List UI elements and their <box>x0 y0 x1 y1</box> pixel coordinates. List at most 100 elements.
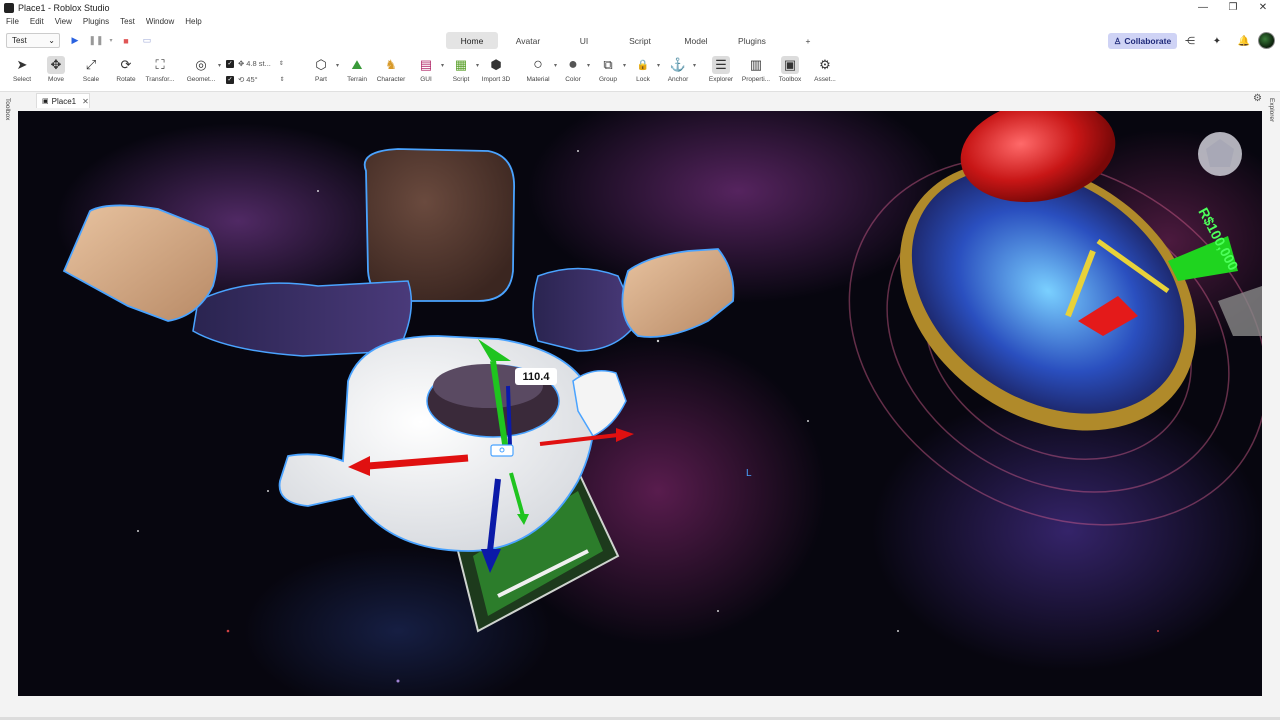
stepper-icon[interactable]: ⇕ <box>279 60 284 67</box>
assistant-icon[interactable]: ✦ <box>1209 33 1225 49</box>
menu-help[interactable]: Help <box>185 17 201 26</box>
rotate-snap-value[interactable]: 45° <box>246 75 257 84</box>
properties-tool[interactable]: ▥ Properti... <box>740 56 772 90</box>
anchor-tool[interactable]: ⚓ Anchor ▾ <box>665 56 696 90</box>
tab-plugins[interactable]: Plugins <box>728 32 776 49</box>
tab-model[interactable]: Model <box>673 32 719 49</box>
character-tool[interactable]: ♞ Character <box>374 56 408 90</box>
geometry-icon: ◎ <box>195 57 207 72</box>
chevron-down-icon[interactable]: ▾ <box>623 62 626 69</box>
chevron-down-icon[interactable]: ▾ <box>441 62 444 69</box>
play-icon[interactable]: ▶ <box>67 33 83 48</box>
character-icon: ♞ <box>385 57 397 72</box>
close-tab-icon[interactable]: ✕ <box>82 97 89 106</box>
tool-label: Material <box>526 76 550 83</box>
tool-label: Terrain <box>347 76 367 83</box>
collaborate-icon: ♙ <box>1113 35 1122 46</box>
script-tool[interactable]: ▦ Script ▾ <box>448 56 479 90</box>
character-model[interactable] <box>62 148 735 633</box>
checkbox-checked-icon[interactable]: ✓ <box>226 75 234 84</box>
tab-script[interactable]: Script <box>617 32 663 49</box>
add-tab-button[interactable]: + <box>799 32 817 49</box>
tool-label: Toolbox <box>778 76 802 83</box>
mouse-cursor-icon: L <box>746 468 752 479</box>
share-icon[interactable]: ⋲ <box>1182 33 1198 49</box>
minimize-button[interactable]: — <box>1188 0 1218 15</box>
menu-test[interactable]: Test <box>120 17 135 26</box>
collaborate-button[interactable]: ♙ Collaborate <box>1108 33 1177 49</box>
move-snap-toggle[interactable]: ✓ ✥ 4.8 st... ⇕ <box>226 59 284 68</box>
chevron-down-icon[interactable]: ▾ <box>693 62 696 69</box>
pause-icon[interactable]: ❚❚ <box>88 33 104 48</box>
menu-edit[interactable]: Edit <box>30 17 44 26</box>
settings-gear-icon[interactable]: ⚙ <box>1253 93 1262 104</box>
transform-tool[interactable]: ⛶ Transfor... <box>143 56 177 90</box>
checkbox-checked-icon[interactable]: ✓ <box>226 59 234 68</box>
3d-viewport[interactable]: R$100,000 L 110.4 <box>18 111 1262 696</box>
tab-avatar[interactable]: Avatar <box>503 32 553 49</box>
script-icon: ▦ <box>454 57 468 72</box>
geometry-tool[interactable]: ◎ Geomet... ▾ <box>186 56 221 90</box>
toolbox-tool[interactable]: ▣ Toolbox <box>776 56 804 90</box>
explorer-panel-label[interactable]: Explorer <box>1268 98 1275 122</box>
terrain-tool[interactable]: ⛰ Terrain <box>343 56 371 90</box>
move-tool[interactable]: ✥ Move <box>44 56 68 90</box>
ufo-model[interactable] <box>782 111 1262 598</box>
mode-select[interactable]: Test ⌄ <box>6 33 60 48</box>
gui-icon: ▤ <box>419 57 433 72</box>
move-snap-value[interactable]: 4.8 st... <box>246 59 271 68</box>
status-bar <box>0 697 1280 720</box>
menu-plugins[interactable]: Plugins <box>83 17 109 26</box>
scale-icon: ⤢ <box>85 57 97 72</box>
view-cube[interactable] <box>1198 132 1242 176</box>
toolbox-side-panel[interactable]: Toolbox <box>0 92 16 697</box>
viewport-scene[interactable]: R$100,000 L <box>18 111 1262 696</box>
tab-ui[interactable]: UI <box>568 32 600 49</box>
group-tool[interactable]: ⧉ Group ▾ <box>595 56 626 90</box>
group-icon: ⧉ <box>603 57 613 72</box>
user-avatar[interactable] <box>1258 32 1275 49</box>
gui-tool[interactable]: ▤ GUI ▾ <box>413 56 444 90</box>
chevron-down-icon[interactable]: ▾ <box>336 62 339 69</box>
title-bar: Place1 - Roblox Studio — ❐ ✕ <box>0 0 1280 15</box>
menu-view[interactable]: View <box>55 17 72 26</box>
tool-label: Transfor... <box>145 76 175 83</box>
material-tool[interactable]: ○ Material ▾ <box>524 56 557 90</box>
tab-home[interactable]: Home <box>446 32 498 49</box>
play-options-chevron-icon[interactable]: ▾ <box>103 33 119 48</box>
chevron-down-icon: ⌄ <box>48 36 55 45</box>
close-button[interactable]: ✕ <box>1248 0 1278 15</box>
asset-manager-tool[interactable]: ⚙ Asset... <box>811 56 839 90</box>
select-tool[interactable]: ➤ Select <box>10 56 34 90</box>
part-tool[interactable]: ⬡ Part ▾ <box>308 56 339 90</box>
import-3d-tool[interactable]: ⬢ Import 3D <box>479 56 513 90</box>
menu-file[interactable]: File <box>6 17 19 26</box>
stop-icon[interactable]: ■ <box>118 33 134 48</box>
document-tab-place1[interactable]: ▣ Place1 ✕ <box>36 93 90 108</box>
rotate-icon: ⟳ <box>120 57 132 72</box>
gizmo-center-handle[interactable] <box>490 444 514 457</box>
scale-tool[interactable]: ⤢ Scale <box>79 56 103 90</box>
explorer-tool[interactable]: ☰ Explorer <box>706 56 736 90</box>
notification-bell-icon[interactable]: 🔔 <box>1236 33 1252 49</box>
toolbox-panel-label[interactable]: Toolbox <box>4 98 11 120</box>
chevron-down-icon[interactable]: ▾ <box>657 62 660 69</box>
chevron-down-icon[interactable]: ▾ <box>587 62 590 69</box>
tool-label: Script <box>452 76 470 83</box>
tool-label: Select <box>12 76 32 83</box>
device-emulator-icon[interactable]: ▭ <box>139 33 155 48</box>
toolbox-icon: ▣ <box>781 56 799 74</box>
menu-window[interactable]: Window <box>146 17 174 26</box>
move-distance-label: 110.4 <box>515 368 557 385</box>
lock-tool[interactable]: 🔒 Lock ▾ <box>631 56 660 90</box>
z-axis-handle-up[interactable] <box>506 385 512 447</box>
chevron-down-icon[interactable]: ▾ <box>218 62 221 69</box>
rotate-tool[interactable]: ⟳ Rotate <box>113 56 139 90</box>
color-tool[interactable]: ● Color ▾ <box>561 56 590 90</box>
stepper-icon[interactable]: ⇕ <box>280 76 285 83</box>
maximize-button[interactable]: ❐ <box>1218 0 1248 15</box>
chevron-down-icon[interactable]: ▾ <box>554 62 557 69</box>
rotate-snap-toggle[interactable]: ✓ ⟲ 45° ⇕ <box>226 75 285 84</box>
explorer-side-panel[interactable]: Explorer <box>1264 92 1280 697</box>
properties-icon: ▥ <box>749 57 763 72</box>
